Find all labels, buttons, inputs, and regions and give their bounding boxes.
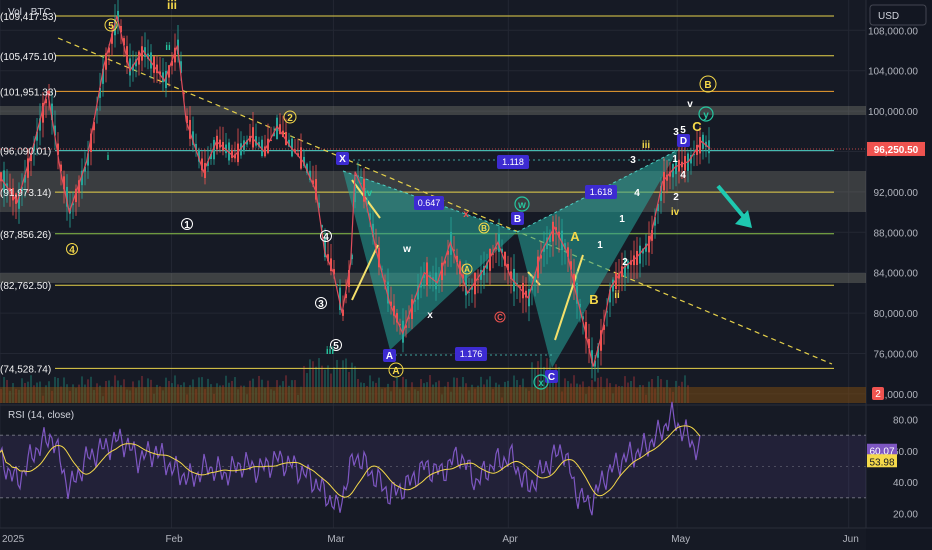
wave-label-4-top: 4 [680,170,686,181]
wave-label-2-top: 2 [673,192,679,203]
wave-label-3-right: 3 [630,155,636,166]
wave-label-3: 3 [318,299,324,310]
wave-label-b-large: B [589,292,598,307]
level-label-2: (101,951.33) [0,87,57,98]
time-tick-0: 2025 [2,534,25,545]
price-tick-8: 104,000.00 [868,67,918,78]
price-tick-4: 88,000.00 [874,228,919,239]
fib-ratio-1618: 1.618 [590,187,613,197]
wave-label-v: v [687,99,693,110]
point-x-label: X [339,154,346,165]
rsi-tick-3: 80.00 [893,416,918,427]
wave-label-iii-low: iii [326,346,335,357]
level-label-7: (74,528.74) [0,364,51,375]
rsi-title: RSI (14, close) [8,410,74,421]
wave-label-2: 2 [287,113,293,124]
time-tick-1: Feb [165,534,183,545]
wave-label-a-circle: A [392,366,399,377]
wave-label-3-top: 3 [673,127,679,138]
volume-label: Vol · BTC [8,7,51,18]
chart-root: (109,417.53)(105,475.10)(101,951.33)(96,… [0,0,932,550]
point-a-label: A [386,351,393,362]
fib-ratio-1118: 1.118 [502,157,524,167]
time-tick-3: Apr [502,534,518,545]
time-axis-labels: 2025 Feb Mar Apr May Jun [2,534,859,545]
time-tick-5: Jun [843,534,859,545]
wave-label-1-right: 1 [619,214,625,225]
wave-label-b-circle: B [704,80,711,91]
point-d-label: D [680,136,687,147]
wave-label-c-small: C [497,313,503,322]
price-tick-1: 76,000.00 [874,350,919,361]
wave-label-ii: ii [165,42,171,53]
price-tick-3: 84,000.00 [874,269,919,280]
rsi-tick-1: 40.00 [893,478,918,489]
wave-label-w-circle: w [517,200,526,211]
wave-label-b-small: B [481,224,487,233]
wave-label-5-top: 5 [108,21,114,32]
wave-label-2-right: 2 [622,257,628,268]
wave-label-a-large: A [570,229,580,244]
price-tick-2: 80,000.00 [874,309,919,320]
volume-baseline-band [0,387,866,403]
wave-label-c-large: C [692,119,702,134]
wave-label-1: 1 [184,220,190,231]
point-b-label: B [514,214,521,225]
fib-ratio-0647: 0.647 [418,198,441,208]
wave-label-x: x [427,310,433,321]
wave-label-x-circle: x [538,378,544,389]
wave-label-4-left: 4 [69,245,75,256]
wave-label-i: i [107,152,110,163]
wave-label-4-mid: 4 [323,232,329,243]
wave-label-y-circle: y [703,110,709,121]
currency-button-label: USD [878,11,899,22]
wave-label-iv: iv [364,188,373,199]
level-label-1: (105,475.10) [0,52,57,63]
wave-label-4-right: 4 [634,188,640,199]
price-tick-5: 92,000.00 [874,188,919,199]
wave-label-y-red: x [463,209,469,220]
rsi-ma-value: 53.98 [869,457,894,468]
countdown-badge-text: 2 [875,389,881,400]
wave-label-iii-top: iii [167,0,177,12]
wave-label-5-top-right: 5 [680,125,686,136]
wave-label-w: w [402,244,411,255]
zone-band-101k [0,106,866,115]
time-tick-2: Mar [327,534,345,545]
point-c-label: C [548,372,555,383]
level-label-4: (91,973.14) [0,188,51,199]
price-tick-9: 108,000.00 [868,26,918,37]
level-label-5: (87,856.26) [0,230,51,241]
wave-label-a-small: A [464,265,470,274]
wave-label-1-top: 1 [672,154,678,165]
time-tick-4: May [671,534,690,545]
wave-label-ii-right: ii [614,290,620,301]
current-price-value: 96,250.50 [874,145,919,156]
price-tick-7: 100,000.00 [868,107,918,118]
level-label-6: (82,762.50) [0,281,51,292]
wave-label-iii-right: iii [642,140,651,151]
fib-ratio-1176: 1.176 [460,349,483,359]
level-label-3: (96,090.01) [0,147,51,158]
rsi-tick-0: 20.00 [893,509,918,520]
wave-label-1-mid: 1 [597,240,603,251]
wave-label-iv-right: iv [671,207,680,218]
